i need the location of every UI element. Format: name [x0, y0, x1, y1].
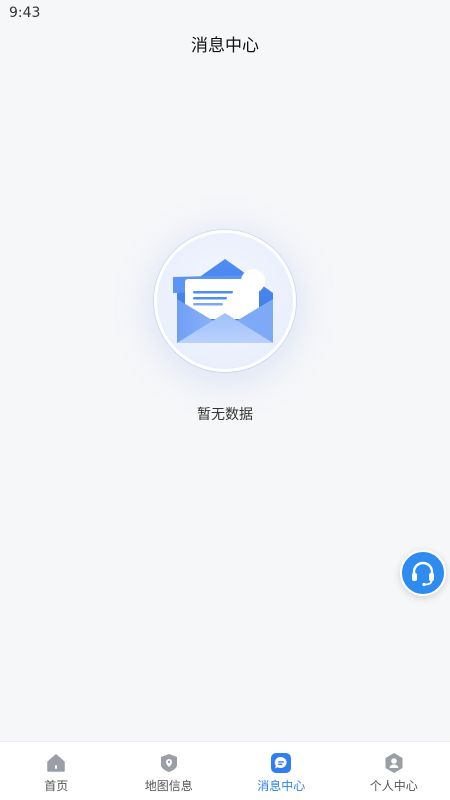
empty-state: 暂无数据	[0, 230, 450, 424]
customer-service-button[interactable]	[400, 550, 446, 596]
status-bar: 9:43	[0, 0, 450, 26]
empty-illustration	[154, 230, 296, 372]
tab-map-info-label: 地图信息	[144, 779, 193, 793]
tab-personal-center[interactable]: 个人中心	[338, 742, 450, 800]
tab-message-center[interactable]: 消息中心	[225, 742, 338, 800]
tab-message-center-label: 消息中心	[257, 779, 306, 793]
tab-map-info[interactable]: 地图信息	[113, 742, 226, 800]
status-time: 9:43	[9, 5, 41, 21]
tab-home-label: 首页	[44, 779, 69, 793]
headset-icon	[412, 561, 434, 587]
page-header: 消息中心	[0, 30, 450, 62]
open-envelope-icon	[173, 259, 273, 343]
message-icon	[270, 752, 292, 774]
home-icon	[45, 752, 67, 774]
page-title: 消息中心	[191, 36, 259, 56]
bottom-tab-bar: 首页 地图信息 消息中心 个人中心	[0, 741, 450, 800]
tab-home[interactable]: 首页	[0, 742, 113, 800]
map-pin-icon	[158, 752, 180, 774]
empty-state-text: 暂无数据	[197, 407, 253, 423]
tab-personal-center-label: 个人中心	[369, 779, 418, 793]
user-icon	[383, 752, 405, 774]
